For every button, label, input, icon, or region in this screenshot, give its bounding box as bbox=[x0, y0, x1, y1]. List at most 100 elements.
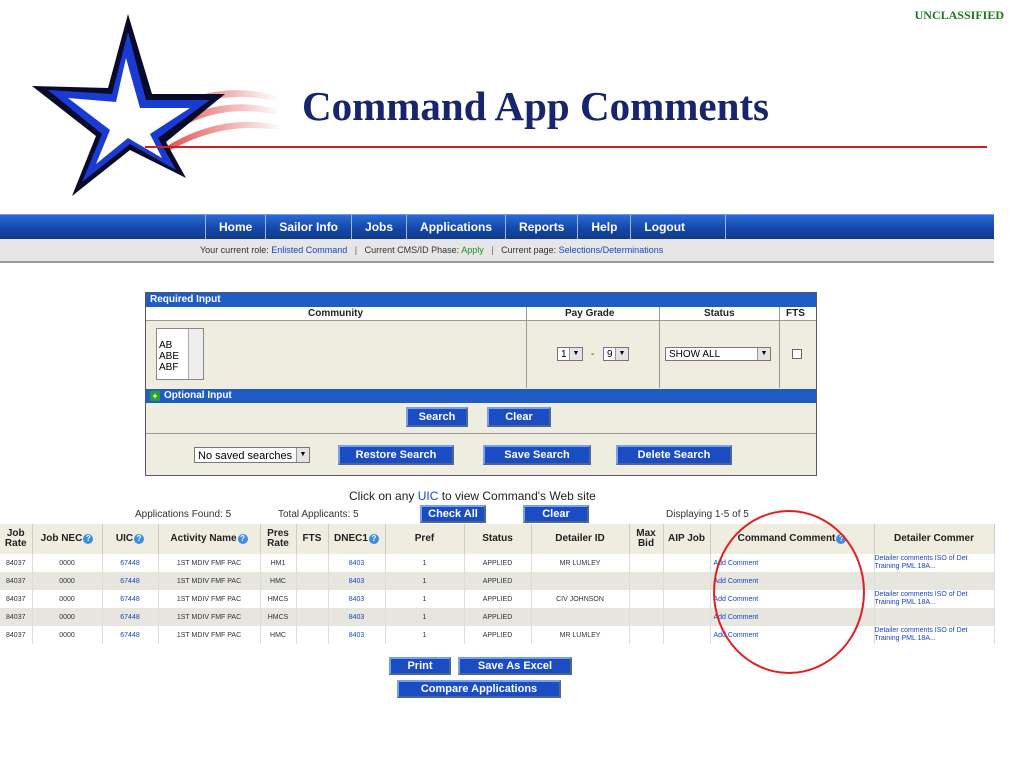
cell-max-bid bbox=[629, 608, 664, 626]
cell-job-nec: 0000 bbox=[32, 626, 103, 644]
pay-grade-from-select[interactable]: 1 ▼ bbox=[557, 347, 583, 361]
community-listbox[interactable]: AB ABE ABF bbox=[156, 328, 204, 380]
cell-dnec1[interactable]: 8403 bbox=[328, 554, 386, 572]
cell-status: APPLIED bbox=[464, 590, 532, 608]
status-select[interactable]: SHOW ALL ▼ bbox=[665, 347, 771, 361]
optional-input-header[interactable]: + Optional Input bbox=[146, 389, 816, 403]
current-page-value: Selections/Determinations bbox=[558, 245, 664, 255]
nav-sailor-info[interactable]: Sailor Info bbox=[265, 215, 351, 239]
cell-detailer-comment[interactable] bbox=[874, 608, 995, 626]
cell-uic-link[interactable]: 67448 bbox=[102, 590, 159, 608]
cell-dnec1[interactable]: 8403 bbox=[328, 590, 386, 608]
col-job-nec[interactable]: Job NEC? bbox=[32, 524, 103, 554]
page-title: Command App Comments bbox=[302, 83, 769, 129]
col-dnec1[interactable]: DNEC1? bbox=[328, 524, 386, 554]
check-all-button[interactable]: Check All bbox=[420, 505, 486, 523]
cell-detailer-id: MR LUMLEY bbox=[531, 626, 630, 644]
help-icon[interactable]: ? bbox=[237, 534, 248, 544]
help-icon[interactable]: ? bbox=[134, 534, 145, 544]
restore-search-button[interactable]: Restore Search bbox=[338, 445, 454, 465]
nav-home[interactable]: Home bbox=[205, 215, 265, 239]
col-activity-name-label: Activity Name bbox=[170, 533, 237, 544]
save-as-excel-button[interactable]: Save As Excel bbox=[458, 657, 572, 675]
cell-detailer-comment[interactable]: Detailer comments ISO of Det Training PM… bbox=[874, 590, 995, 608]
clear-selection-button[interactable]: Clear bbox=[523, 505, 589, 523]
cell-dnec1[interactable]: 8403 bbox=[328, 608, 386, 626]
cell-pref: 1 bbox=[385, 554, 465, 572]
delete-search-button[interactable]: Delete Search bbox=[616, 445, 732, 465]
nav-items: Home Sailor Info Jobs Applications Repor… bbox=[205, 215, 727, 239]
cell-pres-rate: HMC bbox=[260, 572, 297, 590]
cell-pres-rate: HMC bbox=[260, 626, 297, 644]
cell-uic-link[interactable]: 67448 bbox=[102, 608, 159, 626]
cell-activity: 1ST MDIV FMF PAC bbox=[158, 554, 261, 572]
col-detailer-comment[interactable]: Detailer Commer bbox=[874, 524, 995, 554]
col-dnec1-label: DNEC1 bbox=[334, 533, 368, 544]
title-underline bbox=[145, 146, 987, 148]
print-button[interactable]: Print bbox=[389, 657, 451, 675]
dropdown-arrow-icon: ▼ bbox=[296, 448, 309, 462]
help-icon[interactable]: ? bbox=[83, 534, 94, 544]
pay-grade-to-select[interactable]: 9 ▼ bbox=[603, 347, 629, 361]
cell-detailer-comment[interactable]: Detailer comments ISO of Det Training PM… bbox=[874, 554, 995, 572]
fts-column-label: FTS bbox=[786, 308, 805, 319]
cell-detailer-comment[interactable] bbox=[874, 572, 995, 590]
cell-detailer-comment[interactable]: Detailer comments ISO of Det Training PM… bbox=[874, 626, 995, 644]
cell-pref: 1 bbox=[385, 626, 465, 644]
cell-dnec1[interactable]: 8403 bbox=[328, 626, 386, 644]
nav-applications[interactable]: Applications bbox=[406, 215, 505, 239]
expand-plus-icon[interactable]: + bbox=[150, 391, 160, 401]
cell-job-nec: 0000 bbox=[32, 572, 103, 590]
cell-activity: 1ST MDIV FMF PAC bbox=[158, 626, 261, 644]
dropdown-arrow-icon: ▼ bbox=[615, 348, 628, 360]
col-detailer-id[interactable]: Detailer ID bbox=[531, 524, 630, 554]
cell-job-rate: 84037 bbox=[0, 554, 33, 572]
listbox-scrollbar[interactable] bbox=[188, 329, 203, 379]
help-icon[interactable]: ? bbox=[368, 534, 379, 544]
cell-job-nec: 0000 bbox=[32, 608, 103, 626]
col-uic[interactable]: UIC? bbox=[102, 524, 159, 554]
cell-uic-link[interactable]: 67448 bbox=[102, 626, 159, 644]
clear-search-button[interactable]: Clear bbox=[487, 407, 551, 427]
divider bbox=[146, 320, 816, 321]
status-column-label: Status bbox=[704, 308, 735, 319]
total-applicants: Total Applicants: 5 bbox=[278, 509, 359, 520]
cell-uic-link[interactable]: 67448 bbox=[102, 572, 159, 590]
required-columns-header: Community Pay Grade Status FTS bbox=[146, 307, 816, 320]
cell-pres-rate: HM1 bbox=[260, 554, 297, 572]
cell-aip-job bbox=[663, 590, 711, 608]
col-status[interactable]: Status bbox=[464, 524, 532, 554]
pay-grade-column-label: Pay Grade bbox=[565, 308, 615, 319]
pay-grade-to-value: 9 bbox=[607, 349, 613, 360]
nav-logout[interactable]: Logout bbox=[630, 215, 727, 239]
nav-help[interactable]: Help bbox=[577, 215, 630, 239]
current-page-label: Current page: bbox=[501, 245, 557, 255]
compare-applications-button[interactable]: Compare Applications bbox=[397, 680, 561, 698]
uic-instruction-link[interactable]: UIC bbox=[418, 489, 439, 503]
col-activity-name[interactable]: Activity Name? bbox=[158, 524, 261, 554]
applications-found: Applications Found: 5 bbox=[135, 509, 232, 520]
cell-job-nec: 0000 bbox=[32, 554, 103, 572]
col-pref[interactable]: Pref bbox=[385, 524, 465, 554]
phase-value: Apply bbox=[461, 245, 484, 255]
saved-searches-select[interactable]: No saved searches ▼ bbox=[194, 447, 310, 463]
dropdown-arrow-icon: ▼ bbox=[757, 348, 770, 360]
classification-label: UNCLASSIFIED bbox=[914, 8, 1004, 22]
nav-reports[interactable]: Reports bbox=[505, 215, 577, 239]
nav-jobs[interactable]: Jobs bbox=[351, 215, 406, 239]
cell-dnec1[interactable]: 8403 bbox=[328, 572, 386, 590]
fts-checkbox[interactable] bbox=[792, 349, 802, 359]
col-job-rate[interactable]: Job Rate bbox=[0, 524, 33, 554]
cell-activity: 1ST MDIV FMF PAC bbox=[158, 590, 261, 608]
pay-grade-separator: - bbox=[591, 349, 595, 360]
col-fts[interactable]: FTS bbox=[296, 524, 329, 554]
col-max-bid[interactable]: Max Bid bbox=[629, 524, 664, 554]
col-aip-job[interactable]: AIP Job bbox=[663, 524, 711, 554]
cell-job-rate: 84037 bbox=[0, 626, 33, 644]
col-pres-rate[interactable]: Pres Rate bbox=[260, 524, 297, 554]
cell-pres-rate: HMCS bbox=[260, 608, 297, 626]
search-button[interactable]: Search bbox=[406, 407, 468, 427]
save-search-button[interactable]: Save Search bbox=[483, 445, 591, 465]
cell-max-bid bbox=[629, 626, 664, 644]
cell-uic-link[interactable]: 67448 bbox=[102, 554, 159, 572]
